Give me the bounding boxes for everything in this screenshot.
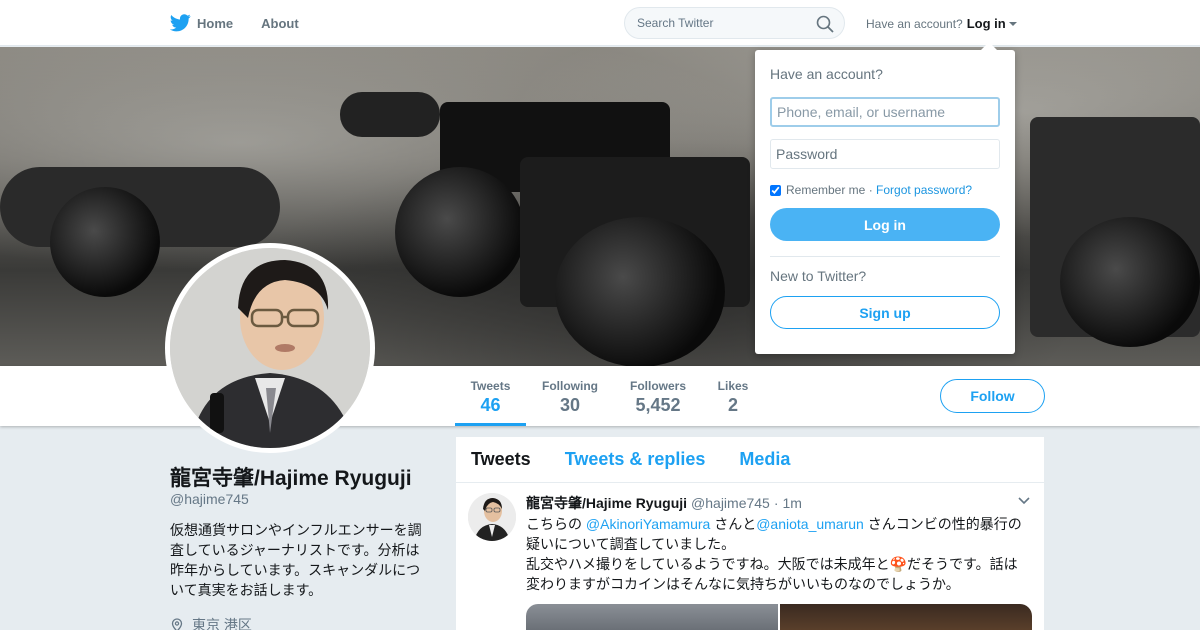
account-prompt: Have an account? [866, 16, 963, 31]
caret-down-icon [1008, 21, 1017, 26]
tweet-media-image[interactable] [780, 604, 1032, 630]
tweet-text-part: さんと [710, 516, 757, 532]
stat-followers[interactable]: Followers 5,452 [624, 366, 692, 426]
search-icon[interactable] [816, 15, 834, 33]
nav-about-label: About [261, 15, 299, 31]
tweet-text-part: 乱交やハメ撮りをしているようですね。大阪では未成年と [526, 556, 890, 572]
account-menu: Have an account? Log in [866, 16, 1017, 31]
remember-row: Remember me · Forgot password? [770, 183, 1000, 197]
tweet-timestamp[interactable]: 1m [783, 494, 802, 512]
banner-camera-lens [50, 187, 160, 297]
profile-avatar[interactable] [165, 243, 375, 453]
tweet-author-name[interactable]: 龍宮寺肇/Hajime Ryuguji [526, 494, 687, 512]
stat-likes[interactable]: Likes 2 [712, 366, 754, 426]
profile-bio: 仮想通貨サロンやインフルエンサーを調査しているジャーナリストです。分析は昨年から… [170, 522, 422, 598]
tweet-header: 龍宮寺肇/Hajime Ryuguji @hajime745 · 1m [526, 491, 1032, 512]
remember-separator: · [865, 183, 877, 197]
banner-camera-lens [555, 217, 725, 366]
dropdown-arrow [981, 42, 997, 50]
nav-about[interactable]: About [261, 16, 299, 31]
tweet-mention-link[interactable]: @AkinoriYamamura [586, 516, 710, 532]
stat-label: Tweets [470, 379, 511, 393]
profile-location: 東京 港区 [170, 615, 252, 630]
timeline: Tweets Tweets & replies Media 龍宮寺肇/Hajim… [456, 437, 1044, 630]
nav-home-label: Home [197, 15, 234, 31]
banner-camera [340, 92, 440, 137]
login-dropdown: Have an account? Remember me · Forgot pa… [755, 42, 1015, 354]
stat-tweets[interactable]: Tweets 46 [455, 366, 526, 426]
tab-tweets-replies[interactable]: Tweets & replies [565, 449, 706, 470]
signup-button[interactable]: Sign up [770, 296, 1000, 329]
stat-label: Followers [629, 379, 686, 393]
twitter-bird-icon [170, 14, 191, 32]
stat-following[interactable]: Following 30 [536, 366, 604, 426]
stat-value: 5,452 [635, 395, 681, 415]
stat-label: Likes [717, 379, 749, 393]
timeline-tabs: Tweets Tweets & replies Media [456, 437, 1044, 483]
username-field[interactable] [770, 97, 1000, 127]
tweet-media[interactable] [526, 604, 1032, 630]
profile-location-text: 東京 港区 [192, 617, 252, 630]
nav-home[interactable]: Home [170, 14, 233, 32]
login-dropdown-title: Have an account? [770, 66, 883, 82]
tweet-mention-link[interactable]: @aniota_umarun [756, 516, 864, 532]
location-pin-icon [171, 618, 183, 630]
tweet-avatar-portrait [468, 493, 516, 541]
search-input[interactable] [625, 8, 805, 38]
stat-label: Following [542, 379, 598, 393]
dropdown-divider [770, 256, 1000, 257]
new-to-twitter-text: New to Twitter? [770, 268, 867, 284]
tab-tweets[interactable]: Tweets [471, 449, 531, 470]
password-field[interactable] [770, 139, 1000, 169]
tweet-text-part: こちらの [526, 516, 586, 532]
tab-media[interactable]: Media [739, 449, 790, 470]
avatar-photo [170, 248, 370, 448]
banner-camera-lens [395, 167, 525, 297]
top-navbar: Home About Have an account? Log in [0, 0, 1200, 46]
tweet-avatar[interactable] [468, 493, 516, 541]
forgot-password-link[interactable]: Forgot password? [876, 183, 972, 197]
chevron-down-icon[interactable] [1018, 497, 1030, 505]
profile-handle[interactable]: @hajime745 [170, 491, 249, 507]
tweet-media-image[interactable] [526, 604, 778, 630]
stat-value: 30 [559, 395, 581, 415]
remember-me-checkbox[interactable] [770, 184, 781, 196]
stat-value: 2 [727, 395, 738, 415]
login-button[interactable]: Log in [770, 208, 1000, 241]
banner-camera-lens [1060, 217, 1200, 347]
login-dropdown-toggle[interactable]: Log in [967, 16, 1017, 31]
tweet-text: こちらの @AkinoriYamamura さんと@aniota_umarun … [526, 514, 1026, 594]
follow-button[interactable]: Follow [940, 379, 1045, 413]
stat-value: 46 [480, 395, 501, 415]
tweet-author-handle[interactable]: @hajime745 [691, 494, 770, 512]
nav-links: Home About [170, 0, 327, 46]
avatar-portrait [170, 248, 370, 448]
mushroom-emoji-icon: 🍄 [889, 556, 908, 572]
tweet[interactable]: 龍宮寺肇/Hajime Ryuguji @hajime745 · 1m こちらの… [456, 483, 1044, 630]
remember-me-label[interactable]: Remember me [786, 183, 865, 197]
login-link-label: Log in [966, 16, 1006, 31]
profile-name[interactable]: 龍宮寺肇/Hajime Ryuguji [170, 462, 412, 492]
search-box [624, 7, 845, 39]
tweet-separator: · [773, 495, 779, 511]
